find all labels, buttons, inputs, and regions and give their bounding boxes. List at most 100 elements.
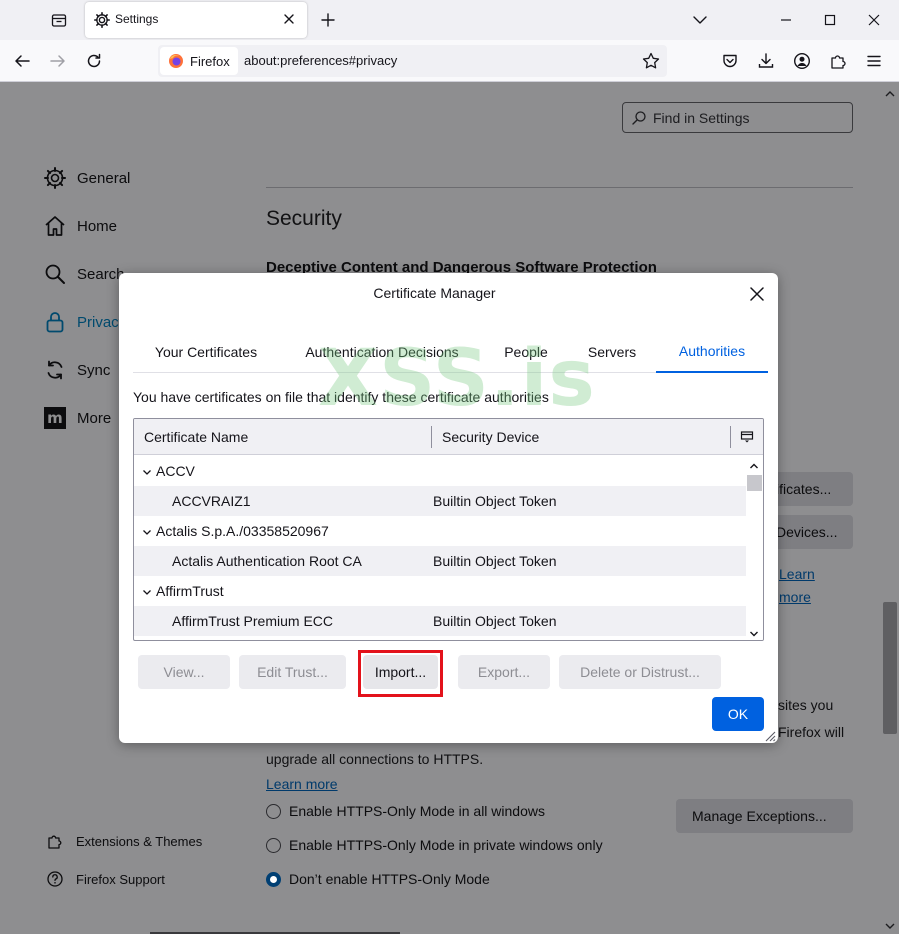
window-close-icon[interactable] bbox=[864, 10, 884, 30]
divider bbox=[266, 187, 853, 188]
button-label: View... bbox=[163, 664, 205, 680]
export-button[interactable]: Export... bbox=[458, 655, 550, 689]
learn-link[interactable]: Learn bbox=[779, 566, 815, 582]
tree-row-group[interactable]: ACCV bbox=[134, 456, 746, 486]
cert-device: Builtin Object Token bbox=[433, 553, 557, 569]
scrollbar-thumb[interactable] bbox=[883, 602, 897, 734]
resize-grip-icon[interactable] bbox=[762, 728, 776, 742]
button-label: Edit Trust... bbox=[257, 664, 328, 680]
cert-name: AffirmTrust Premium ECC bbox=[172, 613, 334, 629]
url-text[interactable]: about:preferences#privacy bbox=[244, 53, 397, 68]
close-tab-icon[interactable] bbox=[281, 11, 297, 27]
find-in-settings-input[interactable]: Find in Settings bbox=[622, 102, 853, 133]
gear-icon bbox=[43, 166, 67, 190]
chevron-down-icon[interactable] bbox=[141, 525, 153, 537]
column-certificate-name[interactable]: Certificate Name bbox=[144, 429, 248, 445]
cert-group-name: AffirmTrust bbox=[156, 583, 224, 599]
certificate-tree[interactable]: Certificate Name Security Device ACCV AC… bbox=[133, 418, 764, 641]
tree-row[interactable]: Actalis Authentication Root CA Builtin O… bbox=[134, 546, 746, 576]
tab-authorities[interactable]: Authorities bbox=[656, 331, 768, 373]
view-button[interactable]: View... bbox=[138, 655, 230, 689]
find-placeholder: Find in Settings bbox=[653, 109, 750, 126]
forward-arrow-icon[interactable] bbox=[48, 51, 68, 71]
tree-row-group[interactable]: Actalis S.p.A./03358520967 bbox=[134, 516, 746, 546]
sidebar-label: Extensions & Themes bbox=[76, 833, 203, 849]
tree-body: ACCV ACCVRAIZ1 Builtin Object Token Acta… bbox=[134, 456, 746, 640]
column-security-device[interactable]: Security Device bbox=[442, 429, 539, 445]
reload-icon[interactable] bbox=[84, 51, 104, 71]
more-link[interactable]: more bbox=[779, 589, 811, 605]
help-icon bbox=[46, 870, 64, 888]
gear-icon bbox=[93, 11, 111, 29]
minimize-icon[interactable] bbox=[776, 10, 796, 30]
tree-scrollbar-thumb[interactable] bbox=[747, 475, 762, 491]
tree-row[interactable]: ACCVRAIZ1 Builtin Object Token bbox=[134, 486, 746, 516]
chevron-down-icon[interactable] bbox=[141, 585, 153, 597]
radio-https-private[interactable]: Enable HTTPS-Only Mode in private window… bbox=[266, 837, 603, 853]
edit-trust-button[interactable]: Edit Trust... bbox=[239, 655, 346, 689]
mozilla-icon: m bbox=[43, 406, 67, 430]
back-arrow-icon[interactable] bbox=[12, 51, 32, 71]
sidebar-item-privacy[interactable]: Privacy bbox=[43, 310, 126, 334]
column-splitter[interactable] bbox=[431, 426, 432, 448]
puzzle-icon bbox=[46, 832, 64, 850]
learn-more-link[interactable]: Learn more bbox=[266, 776, 338, 792]
hamburger-menu-icon[interactable] bbox=[864, 51, 884, 71]
sidebar-label: Sync bbox=[77, 361, 111, 379]
downloads-icon[interactable] bbox=[756, 51, 776, 71]
radio-button[interactable] bbox=[266, 837, 281, 853]
sidebar-item-home[interactable]: Home bbox=[43, 214, 117, 238]
maximize-icon[interactable] bbox=[820, 10, 840, 30]
cert-device: Builtin Object Token bbox=[433, 493, 557, 509]
sidebar-item-extensions[interactable]: Extensions & Themes bbox=[46, 832, 202, 850]
sidebar-item-search[interactable]: Search bbox=[43, 262, 125, 286]
tab-your-certificates[interactable]: Your Certificates bbox=[139, 331, 273, 373]
dialog-tab-strip: Your Certificates Authentication Decisio… bbox=[133, 331, 768, 373]
sidebar-item-general[interactable]: General bbox=[43, 166, 130, 190]
radio-https-off[interactable]: Don’t enable HTTPS-Only Mode bbox=[266, 871, 490, 887]
scroll-down-arrow-icon[interactable] bbox=[885, 918, 895, 929]
tab-settings[interactable]: Settings bbox=[85, 2, 307, 38]
manage-exceptions-button[interactable]: Manage Exceptions... bbox=[676, 799, 853, 833]
partial-text: sites you bbox=[778, 697, 834, 713]
radio-button[interactable] bbox=[266, 803, 281, 819]
column-picker-icon[interactable] bbox=[740, 430, 754, 444]
close-icon[interactable] bbox=[746, 283, 768, 305]
scroll-up-arrow-icon[interactable] bbox=[748, 459, 760, 471]
lock-icon bbox=[43, 310, 67, 334]
delete-or-distrust-button[interactable]: Delete or Distrust... bbox=[559, 655, 721, 689]
extensions-puzzle-icon[interactable] bbox=[828, 51, 848, 71]
radio-https-all[interactable]: Enable HTTPS-Only Mode in all windows bbox=[266, 803, 545, 819]
sidebar-item-more[interactable]: m More bbox=[43, 406, 111, 430]
scroll-down-arrow-icon[interactable] bbox=[748, 627, 760, 639]
sidebar-label: Home bbox=[77, 217, 118, 235]
account-icon[interactable] bbox=[792, 51, 812, 71]
tab-bar: Settings bbox=[0, 0, 899, 40]
partial-text: Firefox will bbox=[778, 724, 845, 740]
tab-servers[interactable]: Servers bbox=[577, 331, 647, 373]
column-splitter[interactable] bbox=[730, 426, 731, 448]
url-bar[interactable]: Firefox about:preferences#privacy bbox=[158, 45, 667, 77]
authorities-description: You have certificates on file that ident… bbox=[133, 389, 549, 405]
sidebar-item-support[interactable]: Firefox Support bbox=[46, 870, 165, 888]
new-tab-icon[interactable] bbox=[318, 10, 338, 30]
chevron-down-icon[interactable] bbox=[141, 465, 153, 477]
identity-box[interactable]: Firefox bbox=[160, 47, 238, 75]
identity-label: Firefox bbox=[190, 53, 230, 69]
bookmark-star-icon[interactable] bbox=[641, 51, 661, 71]
https-description: upgrade all connections to HTTPS. bbox=[266, 751, 484, 767]
tree-row[interactable]: AffirmTrust Premium ECC Builtin Object T… bbox=[134, 606, 746, 636]
radio-button-checked[interactable] bbox=[266, 871, 281, 887]
sidebar-label: General bbox=[77, 169, 131, 187]
page-scrollbar[interactable] bbox=[881, 82, 899, 934]
button-label: Devices... bbox=[776, 524, 838, 540]
pocket-icon[interactable] bbox=[720, 51, 740, 71]
list-tabs-chevron-icon[interactable] bbox=[690, 10, 710, 30]
tree-row-group[interactable]: AffirmTrust bbox=[134, 576, 746, 606]
sidebar-item-sync[interactable]: Sync bbox=[43, 358, 110, 382]
firefox-view-icon[interactable] bbox=[46, 8, 72, 32]
tab-authentication-decisions[interactable]: Authentication Decisions bbox=[289, 331, 475, 373]
ok-button[interactable]: OK bbox=[712, 697, 764, 731]
tab-people[interactable]: People bbox=[493, 331, 559, 373]
scroll-up-arrow-icon[interactable] bbox=[885, 86, 895, 97]
